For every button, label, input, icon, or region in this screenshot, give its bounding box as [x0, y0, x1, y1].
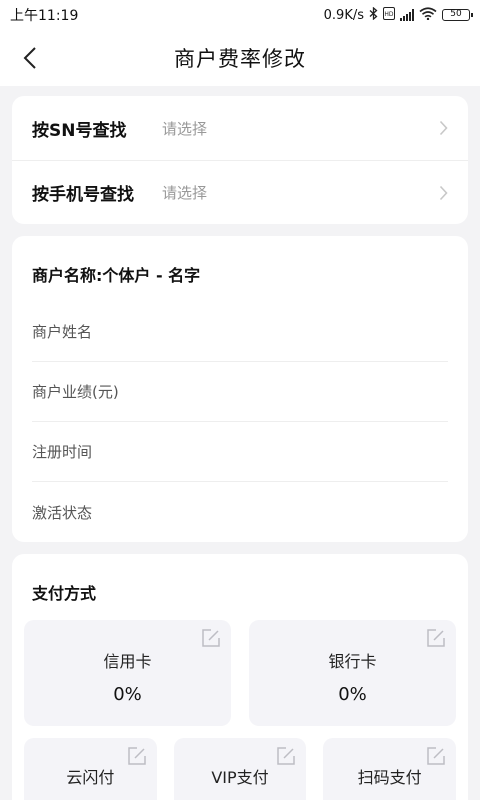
merchant-performance-row: 商户业绩(元) — [32, 362, 448, 422]
payment-tile-name: VIP支付 — [211, 768, 269, 787]
search-by-sn-value: 请选择 — [162, 119, 208, 138]
page-title: 商户费率修改 — [174, 47, 306, 71]
payment-tile-scan-code[interactable]: 扫码支付 — [323, 738, 457, 800]
wifi-icon — [419, 6, 437, 24]
status-bar: 上午11:19 0.9K/s HD 50 — [0, 0, 480, 30]
edit-icon[interactable] — [127, 746, 147, 766]
payment-methods-title: 支付方式 — [32, 584, 97, 603]
status-time: 上午11:19 — [10, 8, 79, 24]
merchant-name-title: 商户名称:个体户 - 名字 — [32, 266, 201, 285]
edit-icon[interactable] — [201, 628, 221, 648]
payment-large-tiles: 信用卡 0% 银行卡 0% — [24, 620, 456, 726]
activation-status-row: 激活状态 — [32, 503, 93, 522]
search-by-phone-label: 按手机号查找 — [32, 185, 134, 205]
payment-tile-rate: 0% — [338, 684, 367, 705]
chevron-right-icon — [439, 120, 448, 136]
edit-icon[interactable] — [426, 746, 446, 766]
volte-icon: HD — [383, 6, 395, 24]
payment-tile-quickpass[interactable]: 云闪付 — [24, 738, 157, 800]
payment-methods-card: 支付方式 信用卡 0% 银行卡 0% 云闪付 VIP支付 扫码支付 — [12, 554, 468, 800]
nav-bar: 商户费率修改 — [0, 30, 480, 86]
payment-tile-bank-card[interactable]: 银行卡 0% — [249, 620, 456, 726]
edit-icon[interactable] — [276, 746, 296, 766]
payment-tile-vip[interactable]: VIP支付 — [173, 738, 307, 800]
search-by-sn-label: 按SN号查找 — [32, 120, 127, 141]
bluetooth-icon — [369, 6, 378, 24]
status-icons: 0.9K/s HD 50 — [323, 6, 473, 24]
search-card: 按SN号查找 请选择 按手机号查找 请选择 — [12, 96, 468, 224]
payment-small-tiles: 云闪付 VIP支付 扫码支付 — [24, 738, 457, 800]
payment-tile-credit-card[interactable]: 信用卡 0% — [24, 620, 231, 726]
chevron-right-icon — [439, 185, 448, 201]
payment-tile-name: 银行卡 — [328, 652, 377, 671]
merchant-info-card: 商户名称:个体户 - 名字 商户姓名 商户业绩(元) 注册时间 激活状态 — [12, 236, 468, 542]
signal-icon — [400, 9, 414, 21]
search-by-sn-row[interactable]: 按SN号查找 请选择 — [12, 96, 468, 160]
payment-tile-rate: 0% — [113, 684, 142, 705]
merchant-owner-name-row: 商户姓名 — [32, 302, 448, 362]
search-by-phone-row[interactable]: 按手机号查找 请选择 — [12, 160, 468, 224]
back-button[interactable] — [14, 42, 46, 74]
network-speed: 0.9K/s — [323, 7, 364, 23]
payment-tile-name: 云闪付 — [66, 768, 115, 787]
registration-time-row: 注册时间 — [32, 422, 448, 482]
svg-text:HD: HD — [384, 11, 394, 18]
search-by-phone-value: 请选择 — [162, 184, 208, 202]
payment-tile-name: 扫码支付 — [357, 768, 422, 787]
edit-icon[interactable] — [426, 628, 446, 648]
payment-tile-name: 信用卡 — [103, 652, 152, 671]
back-arrow-icon — [23, 47, 36, 69]
battery-icon: 50 — [442, 9, 473, 21]
